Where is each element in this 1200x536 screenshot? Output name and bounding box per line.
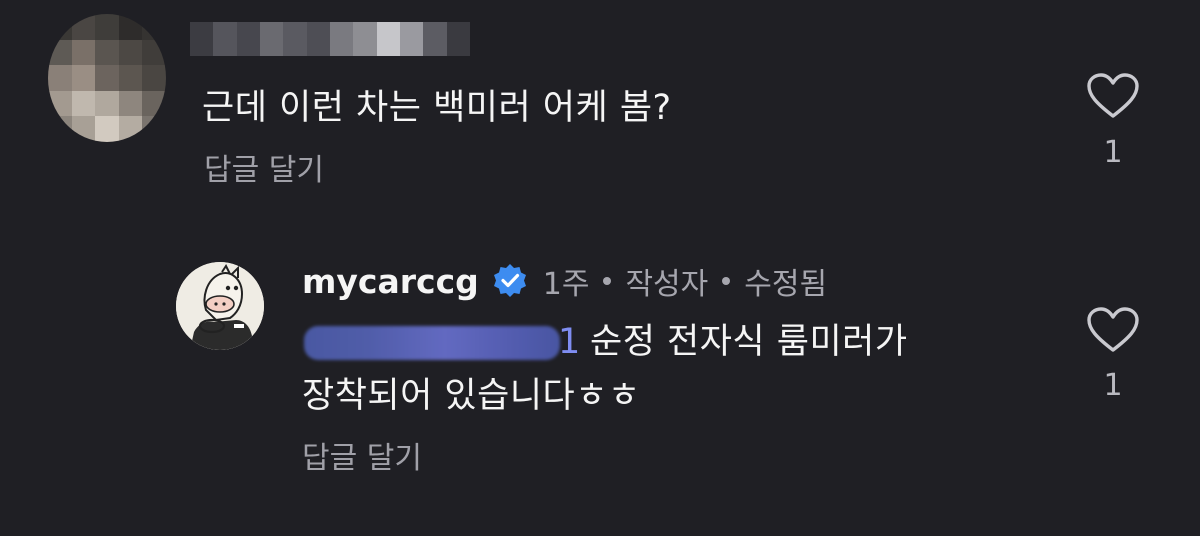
mention-tail[interactable]: 1 <box>558 320 580 364</box>
edited-tag: 수정됨 <box>744 267 828 302</box>
reply-button[interactable]: 답글 달기 <box>204 152 324 190</box>
avatar[interactable] <box>176 262 264 350</box>
username-link[interactable]: mycarccg <box>302 262 479 301</box>
separator-dot <box>603 277 612 285</box>
avatar-redacted[interactable] <box>48 14 166 142</box>
reply-header: mycarccg 1주 작성자 수정됨 <box>302 258 827 304</box>
like-count: 1 <box>1103 135 1123 170</box>
comment-text-line2: 장착되어 있습니다ㅎㅎ <box>302 376 641 416</box>
separator-dot <box>722 277 731 285</box>
username-redacted[interactable] <box>190 22 470 56</box>
author-tag: 작성자 <box>625 267 709 302</box>
verified-badge-icon <box>491 262 529 300</box>
heart-outline-icon[interactable] <box>1086 306 1140 354</box>
heart-outline-icon[interactable] <box>1086 72 1140 120</box>
comment-text: 근데 이런 차는 백미러 어케 봄? <box>202 88 672 128</box>
reply-button[interactable]: 답글 달기 <box>302 440 422 478</box>
comment-text-line1: 순정 전자식 룸미러가 <box>590 322 908 362</box>
like-count: 1 <box>1103 368 1123 403</box>
comment-time: 1주 <box>542 267 590 302</box>
mention-redacted[interactable] <box>304 326 560 360</box>
